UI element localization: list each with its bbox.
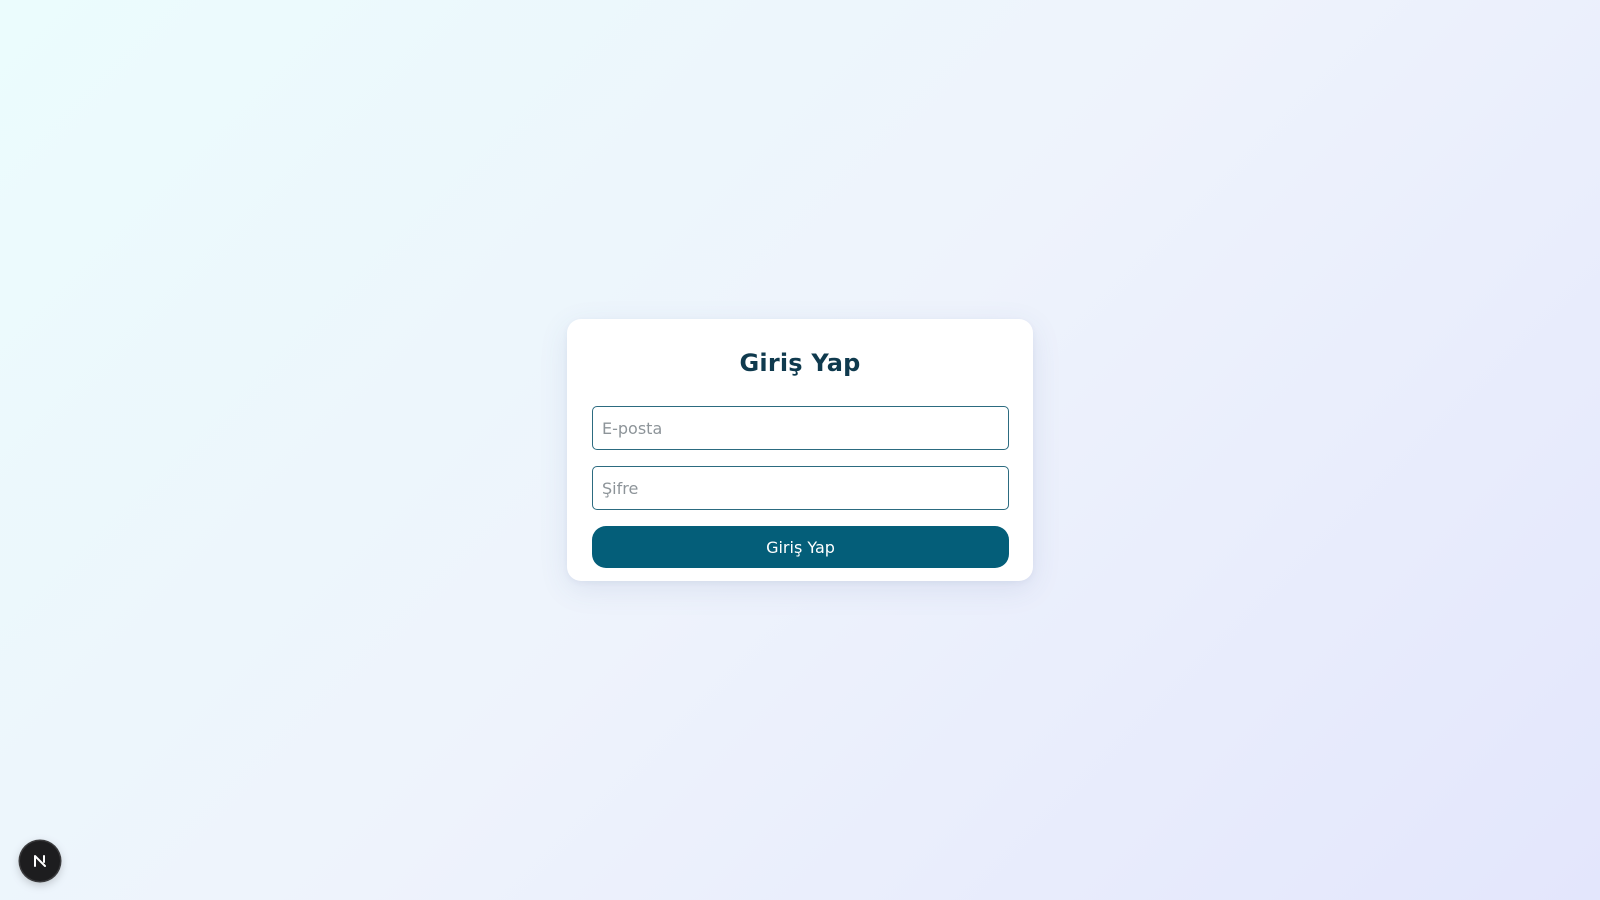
login-button[interactable]: Giriş Yap xyxy=(592,526,1009,568)
login-card: Giriş Yap Giriş Yap xyxy=(567,319,1033,581)
nextjs-logo-icon xyxy=(34,855,46,867)
password-input[interactable] xyxy=(592,466,1009,510)
login-title: Giriş Yap xyxy=(739,349,861,377)
email-input[interactable] xyxy=(592,406,1009,450)
nextjs-dev-indicator-button[interactable] xyxy=(20,841,60,881)
